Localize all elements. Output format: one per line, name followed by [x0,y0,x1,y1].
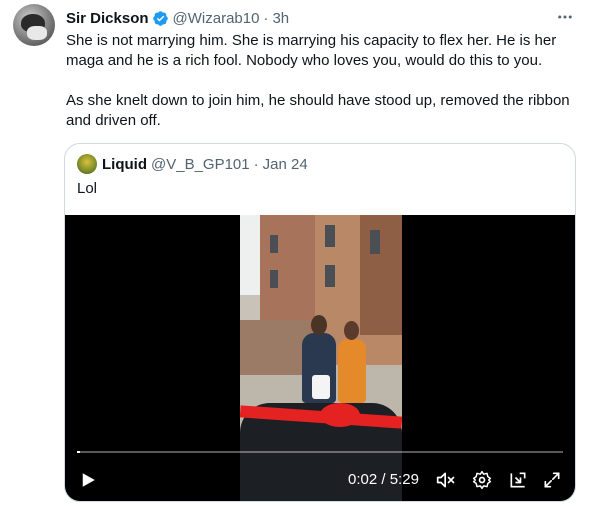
video-time-readout: 0:02 / 5:29 [348,471,419,488]
author-handle[interactable]: @Wizarab10 [173,10,260,27]
scene-ribbon-bow [320,403,360,427]
fullscreen-icon[interactable] [539,465,565,495]
scene-man-head [311,315,327,335]
quoted-tweet[interactable]: Liquid @V_B_GP101 · Jan 24 Lol 0:02 / 5:… [64,143,576,502]
video-controls: 0:02 / 5:29 [65,465,575,495]
scene-window [270,270,278,288]
video-current-time: 0:02 [348,471,378,488]
video-time-separator: / [381,471,386,488]
avatar-highlight [27,26,47,40]
volume-muted-icon[interactable] [433,465,459,495]
separator-dot: · [263,9,269,27]
video-frame[interactable] [240,215,402,501]
quoted-author-avatar[interactable] [77,154,97,174]
separator-dot: · [253,155,259,173]
video-player[interactable]: 0:02 / 5:29 [65,215,575,501]
tweet-header: Sir Dickson @Wizarab10 · 3h [66,8,289,28]
quoted-tweet-date[interactable]: Jan 24 [263,156,308,173]
scene-woman-head [344,321,359,340]
quoted-author-handle[interactable]: @V_B_GP101 [151,156,250,173]
scene-building [360,215,402,335]
picture-in-picture-icon[interactable] [505,465,531,495]
scene-window [325,265,335,287]
verified-badge-icon[interactable] [152,10,169,27]
scene-fence [240,320,310,375]
scene-window [325,225,335,247]
tweet-text: She is not marrying him. She is marrying… [66,31,576,131]
author-avatar[interactable] [13,4,55,46]
video-progress-fill [77,451,81,453]
scene-window [270,235,278,253]
quoted-author-name[interactable]: Liquid [102,156,147,173]
settings-gear-icon[interactable] [469,465,495,495]
more-horizontal-icon[interactable] [555,9,575,25]
author-name[interactable]: Sir Dickson [66,10,149,27]
video-duration: 5:29 [389,471,419,488]
tweet-paragraph-2: As she knelt down to join him, he should… [66,92,570,129]
tweet-paragraph-1: She is not marrying him. She is marrying… [66,32,557,69]
quoted-tweet-header: Liquid @V_B_GP101 · Jan 24 [77,154,308,174]
play-icon[interactable] [75,465,101,495]
scene-window [370,230,380,254]
scene-woman [338,339,366,403]
scene-bag [312,375,330,399]
tweet-timestamp[interactable]: 3h [272,10,289,27]
quoted-tweet-text: Lol [77,180,98,197]
video-progress-bar[interactable] [77,451,563,453]
